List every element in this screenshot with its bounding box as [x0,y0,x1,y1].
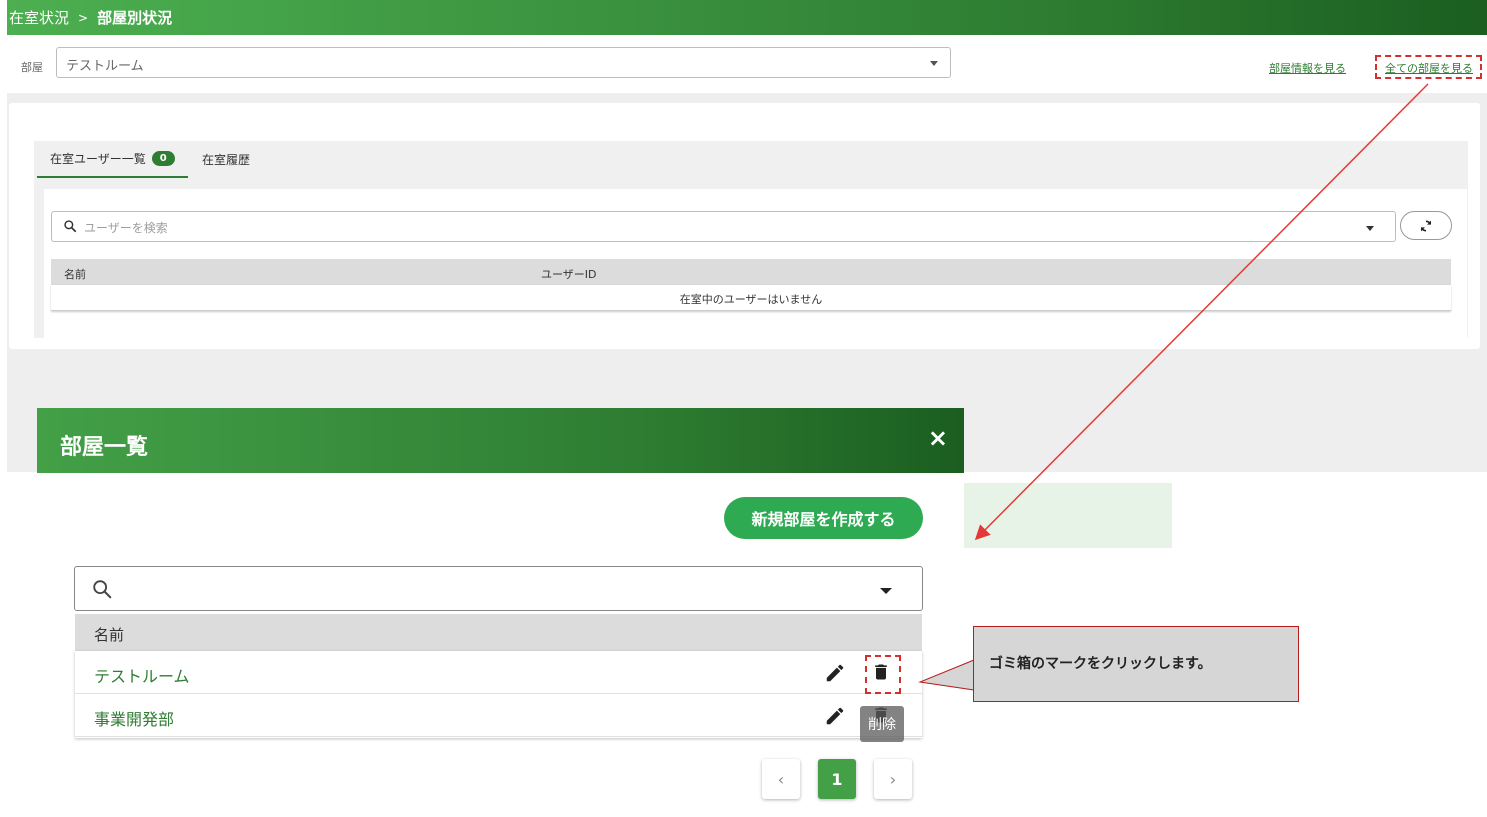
callout-pointer [918,659,975,691]
annotation-arrow [974,83,1429,541]
annotation-callout: ゴミ箱のマークをクリックします。 [973,626,1299,702]
